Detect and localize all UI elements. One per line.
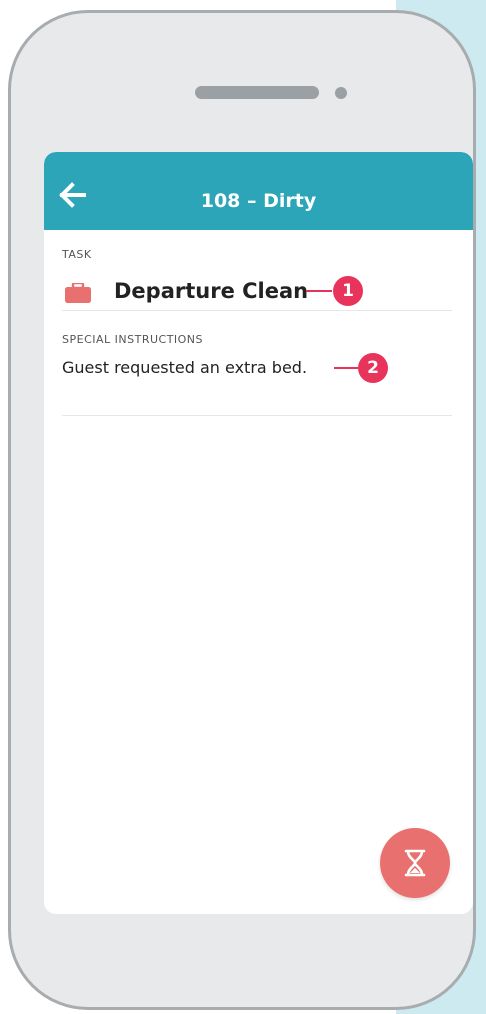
task-name: Departure Clean: [114, 279, 309, 303]
briefcase-icon: [65, 283, 91, 303]
callout-connector-2: [334, 367, 358, 369]
timer-fab-button[interactable]: [380, 828, 450, 898]
phone-screen: 108 – Dirty TASK Departure Clean 1 SPECI…: [44, 152, 473, 914]
divider: [62, 310, 452, 311]
phone-speaker: [195, 86, 319, 99]
callout-connector-1: [306, 290, 332, 292]
callout-badge-1: 1: [333, 276, 363, 306]
special-instructions-text: Guest requested an extra bed.: [62, 358, 308, 377]
special-instructions-label: SPECIAL INSTRUCTIONS: [62, 333, 204, 346]
phone-frame: 108 – Dirty TASK Departure Clean 1 SPECI…: [8, 10, 476, 1010]
phone-camera: [335, 87, 347, 99]
callout-badge-2: 2: [358, 353, 388, 383]
hourglass-icon: [404, 849, 426, 877]
page-title: 108 – Dirty: [200, 190, 317, 212]
app-header: 108 – Dirty: [44, 152, 473, 230]
task-section-label: TASK: [62, 248, 92, 261]
divider: [62, 415, 452, 416]
